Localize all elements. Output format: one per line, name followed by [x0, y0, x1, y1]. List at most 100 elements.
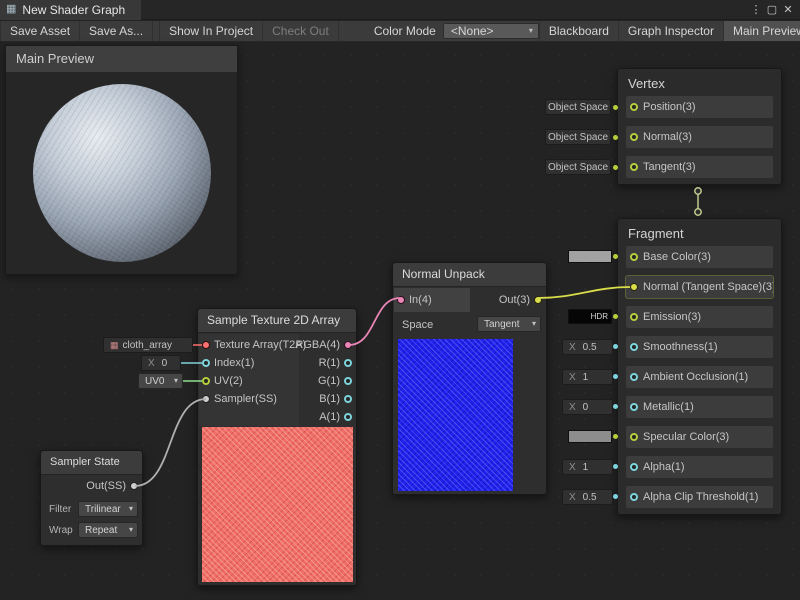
port-a[interactable] — [344, 413, 352, 421]
fragment-row-normal-tangent-space[interactable]: Normal (Tangent Space)(3) — [626, 276, 773, 298]
fragment-row-base-color[interactable]: Base Color(3) — [626, 246, 773, 268]
save-asset-button[interactable]: Save Asset — [0, 21, 80, 41]
specular-color-swatch[interactable] — [568, 430, 612, 443]
main-preview-panel[interactable]: Main Preview — [5, 45, 238, 275]
save-as-button[interactable]: Save As... — [80, 21, 153, 41]
sampler-state-title[interactable]: Sampler State — [41, 451, 142, 475]
alpha-clip-threshold-value: 0.5 — [583, 492, 597, 503]
port-metallic[interactable] — [630, 403, 638, 411]
port-index[interactable] — [202, 359, 210, 367]
port-in4[interactable] — [397, 296, 405, 304]
port-rgba[interactable] — [344, 341, 352, 349]
tangent-widget-port — [613, 165, 618, 170]
port-b[interactable] — [344, 395, 352, 403]
uv-channel-value: UV0 — [145, 376, 164, 387]
output-rgba[interactable]: RGBA(4) — [295, 336, 356, 354]
port-smoothness[interactable] — [630, 343, 638, 351]
fragment-row-alpha[interactable]: Alpha(1) — [626, 456, 773, 478]
sample-texture-2d-array-node[interactable]: Sample Texture 2D Array Texture Array(T2… — [197, 308, 357, 586]
sampler-state-node[interactable]: Sampler State Out(SS) Filter Trilinear ▾… — [40, 450, 143, 546]
input-texture-array[interactable]: Texture Array(T2A) — [198, 336, 306, 354]
main-preview-toggle-button[interactable]: Main Preview — [724, 21, 800, 41]
port-emission[interactable] — [630, 313, 638, 321]
kebab-menu-icon[interactable]: ⋮ — [748, 0, 764, 20]
input-index[interactable]: Index(1) — [198, 354, 254, 372]
fragment-row-emission[interactable]: Emission(3) — [626, 306, 773, 328]
texture-array-object-field[interactable]: ▦ cloth_array — [103, 337, 193, 353]
output-g[interactable]: G(1) — [318, 372, 356, 390]
port-label: G(1) — [318, 375, 340, 387]
port-ambient-occlusion[interactable] — [630, 373, 638, 381]
graph-inspector-toggle-button[interactable]: Graph Inspector — [619, 21, 724, 41]
metallic-value-field[interactable]: X 0 — [562, 399, 613, 415]
blackboard-toggle-button[interactable]: Blackboard — [539, 21, 619, 41]
port-uv[interactable] — [202, 377, 210, 385]
normal-map-preview — [398, 339, 513, 491]
output-r[interactable]: R(1) — [319, 354, 356, 372]
close-icon[interactable]: ✕ — [780, 0, 796, 20]
fragment-row-alpha-clip-threshold[interactable]: Alpha Clip Threshold(1) — [626, 486, 773, 508]
port-out3[interactable] — [534, 296, 542, 304]
normal-unpack-node[interactable]: Normal Unpack In(4) Out(3) Space Tangent… — [392, 262, 547, 495]
output-a[interactable]: A(1) — [319, 408, 356, 426]
port-alpha[interactable] — [630, 463, 638, 471]
fragment-node[interactable]: Fragment Base Color(3) Normal (Tangent S… — [617, 218, 782, 515]
sample-node-title[interactable]: Sample Texture 2D Array — [198, 309, 356, 333]
output-out-ss[interactable]: Out(SS) — [86, 477, 142, 495]
emission-hdr-swatch[interactable]: HDR — [568, 309, 612, 324]
port-r[interactable] — [344, 359, 352, 367]
tangent-space-dropdown[interactable]: Object Space — [545, 159, 611, 175]
space-value: Tangent — [484, 319, 520, 330]
input-in4[interactable]: In(4) — [393, 291, 432, 309]
port-g[interactable] — [344, 377, 352, 385]
port-out-ss[interactable] — [130, 482, 138, 490]
smoothness-value-field[interactable]: X 0.5 — [562, 339, 613, 355]
show-in-project-button[interactable]: Show In Project — [159, 21, 263, 41]
port-position[interactable] — [630, 103, 638, 111]
uv-channel-dropdown[interactable]: UV0 ▾ — [138, 373, 183, 389]
axis-label: X — [148, 358, 155, 369]
port-tangent[interactable] — [630, 163, 638, 171]
fragment-row-specular-color[interactable]: Specular Color(3) — [626, 426, 773, 448]
port-specular-color[interactable] — [630, 433, 638, 441]
color-mode-dropdown[interactable]: <None> ▾ — [443, 23, 539, 39]
fragment-row-smoothness[interactable]: Smoothness(1) — [626, 336, 773, 358]
base-color-swatch[interactable] — [568, 250, 612, 263]
vertex-row-normal[interactable]: Normal(3) — [626, 126, 773, 148]
metallic-widget-port — [613, 404, 618, 409]
fragment-row-ambient-occlusion[interactable]: Ambient Occlusion(1) — [626, 366, 773, 388]
normal-space-dropdown[interactable]: Object Space — [545, 129, 611, 145]
normal-unpack-title[interactable]: Normal Unpack — [393, 263, 546, 287]
vertex-row-tangent[interactable]: Tangent(3) — [626, 156, 773, 178]
port-alpha-clip-threshold[interactable] — [630, 493, 638, 501]
main-preview-title[interactable]: Main Preview — [6, 46, 237, 72]
axis-label: X — [569, 342, 576, 353]
color-mode-label: Color Mode — [367, 21, 443, 41]
ambient-occlusion-value-field[interactable]: X 1 — [562, 369, 613, 385]
fragment-row-metallic[interactable]: Metallic(1) — [626, 396, 773, 418]
graph-tab[interactable]: ▦ New Shader Graph — [0, 0, 141, 20]
filter-dropdown[interactable]: Trilinear ▾ — [78, 501, 138, 517]
space-dropdown[interactable]: Tangent ▾ — [477, 316, 541, 332]
port-label: Texture Array(T2A) — [214, 339, 306, 351]
port-texture-array[interactable] — [202, 341, 210, 349]
vertex-row-position[interactable]: Position(3) — [626, 96, 773, 118]
alpha-clip-threshold-value-field[interactable]: X 0.5 — [562, 489, 613, 505]
maximize-icon[interactable]: ▢ — [764, 0, 780, 20]
vertex-node[interactable]: Vertex Position(3) Normal(3) Tangent(3) — [617, 68, 782, 185]
normal-widget-port — [613, 135, 618, 140]
input-sampler[interactable]: Sampler(SS) — [198, 390, 277, 408]
alpha-value-field[interactable]: X 1 — [562, 459, 613, 475]
port-normal-tangent-space[interactable] — [630, 283, 638, 291]
input-uv[interactable]: UV(2) — [198, 372, 243, 390]
output-b[interactable]: B(1) — [319, 390, 356, 408]
port-sampler[interactable] — [202, 395, 210, 403]
output-out3[interactable]: Out(3) — [499, 291, 546, 309]
index-value-field[interactable]: X 0 — [141, 355, 181, 371]
position-space-dropdown[interactable]: Object Space — [545, 99, 611, 115]
port-base-color[interactable] — [630, 253, 638, 261]
port-normal[interactable] — [630, 133, 638, 141]
port-label: UV(2) — [214, 375, 243, 387]
wrap-dropdown[interactable]: Repeat ▾ — [78, 522, 138, 538]
main-preview-viewport[interactable] — [6, 72, 237, 274]
